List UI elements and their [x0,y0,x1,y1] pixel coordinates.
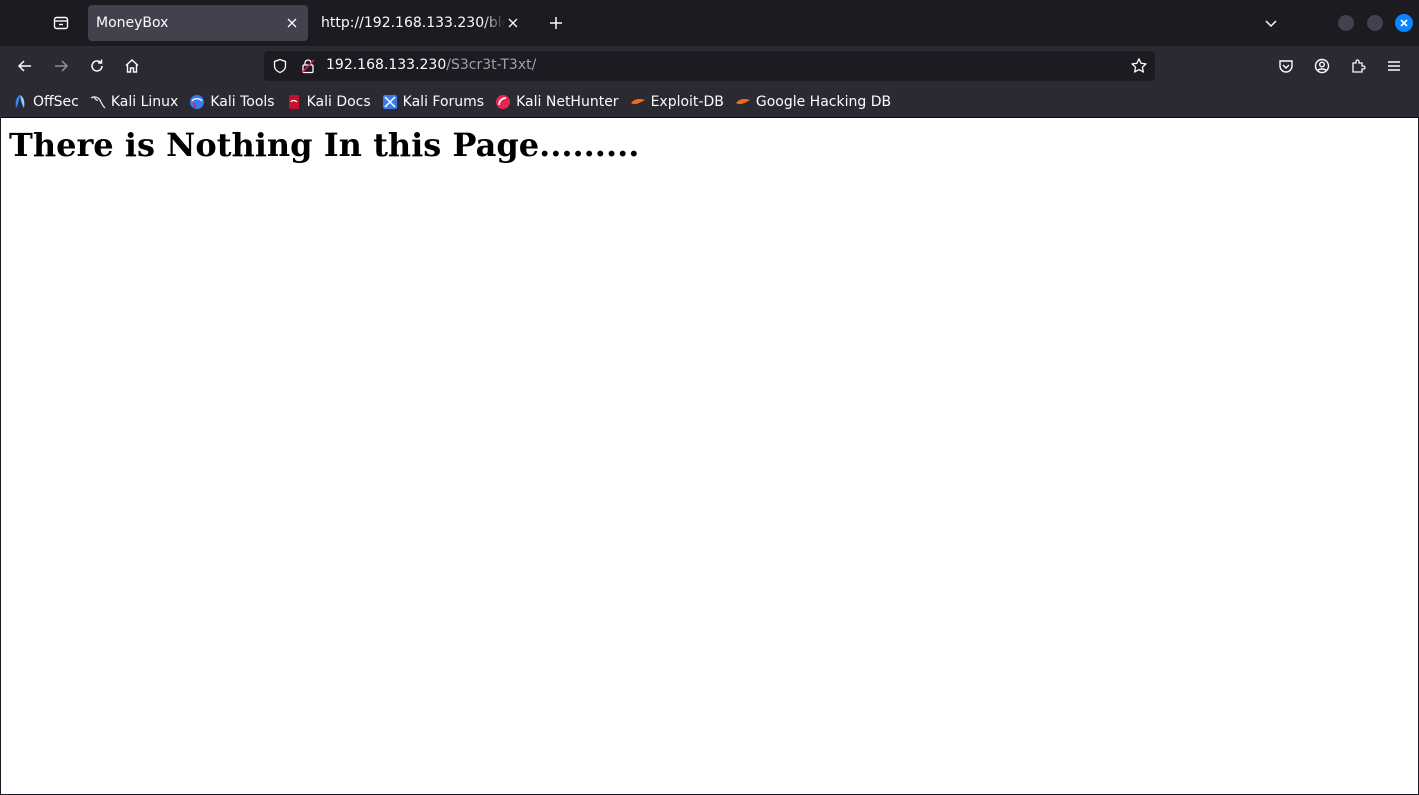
bookmark-label: Kali Forums [402,93,485,110]
bookmark-kali-docs[interactable]: Kali Docs [286,94,371,110]
kali-tools-icon [189,94,205,110]
bookmark-label: Kali Docs [306,93,371,110]
reload-button[interactable] [82,51,112,81]
url-path: /S3cr3t-T3xt/ [446,57,537,73]
close-icon [287,18,297,28]
url-text[interactable]: 192.168.133.230/S3cr3t-T3xt/ [326,57,536,73]
tab-strip: MoneyBox http://192.168.133.230/blogs/ [0,0,1419,46]
bookmark-label: Google Hacking DB [755,93,892,110]
insecure-lock-icon[interactable] [300,58,316,78]
account-icon [1314,58,1330,74]
close-icon [1400,19,1408,27]
exploit-db-icon [630,94,646,110]
reload-icon [91,59,103,72]
bookmark-star-button[interactable] [1130,57,1148,79]
tab-title: MoneyBox [96,15,169,31]
offsec-icon [12,94,28,110]
kali-dragon-icon [90,94,106,110]
bookmark-exploit-db[interactable]: Exploit-DB [630,94,724,110]
bookmark-label: Kali Tools [210,93,275,110]
puzzle-icon [1352,59,1366,73]
bookmark-offsec[interactable]: OffSec [12,94,79,110]
tab-title: http://192.168.133.230/blogs/ [321,15,505,31]
pocket-button[interactable] [1271,51,1301,81]
maximize-button[interactable] [1367,15,1383,31]
tab-moneybox[interactable]: MoneyBox [88,5,308,41]
kali-forums-icon [382,94,398,110]
home-button[interactable] [117,51,147,81]
firefox-view-button[interactable] [46,8,76,38]
account-button[interactable] [1307,51,1337,81]
home-icon [125,59,139,73]
bookmarks-toolbar: OffSec Kali Linux Kali Tools Kali Docs K… [0,86,1419,117]
hamburger-menu-icon [1388,61,1400,71]
shield-icon[interactable] [272,58,288,78]
list-all-tabs-button[interactable] [1256,8,1286,38]
bookmark-kali-forums[interactable]: Kali Forums [382,94,484,110]
navigation-toolbar: 192.168.133.230/S3cr3t-T3xt/ [0,46,1419,86]
tab-close-button[interactable] [284,15,300,31]
new-tab-button[interactable] [541,8,571,38]
page-content: There is Nothing In this Page......... [1,118,1418,794]
bookmark-kali-linux[interactable]: Kali Linux [90,94,178,110]
minimize-button[interactable] [1338,15,1354,31]
tab-close-button[interactable] [505,15,521,31]
nethunter-icon [495,94,511,110]
plus-icon [550,17,562,29]
star-icon [1131,58,1147,73]
kali-docs-icon [286,94,302,110]
bookmark-label: Kali NetHunter [516,93,619,110]
url-host: 192.168.133.230 [326,57,447,73]
page-heading: There is Nothing In this Page......... [9,126,640,164]
bookmark-label: Kali Linux [110,93,179,110]
pocket-icon [1279,60,1293,73]
bookmark-label: Exploit-DB [650,93,724,110]
firefox-view-icon [53,16,69,30]
back-button[interactable] [10,51,40,81]
bookmark-kali-nethunter[interactable]: Kali NetHunter [495,93,619,110]
arrow-left-icon [17,60,31,72]
chevron-down-icon [1265,20,1277,28]
extensions-button[interactable] [1343,51,1373,81]
address-bar[interactable]: 192.168.133.230/S3cr3t-T3xt/ [264,51,1155,81]
app-menu-button[interactable] [1379,51,1409,81]
window-close-button[interactable] [1395,14,1413,32]
forward-button[interactable] [46,51,76,81]
ghdb-icon [735,94,751,110]
tab-blogs[interactable]: http://192.168.133.230/blogs/ [313,5,529,41]
close-icon [508,18,518,28]
bookmark-kali-tools[interactable]: Kali Tools [189,93,275,110]
arrow-right-icon [55,60,69,72]
bookmark-label: OffSec [33,93,79,110]
bookmark-google-hacking-db[interactable]: Google Hacking DB [735,94,891,110]
